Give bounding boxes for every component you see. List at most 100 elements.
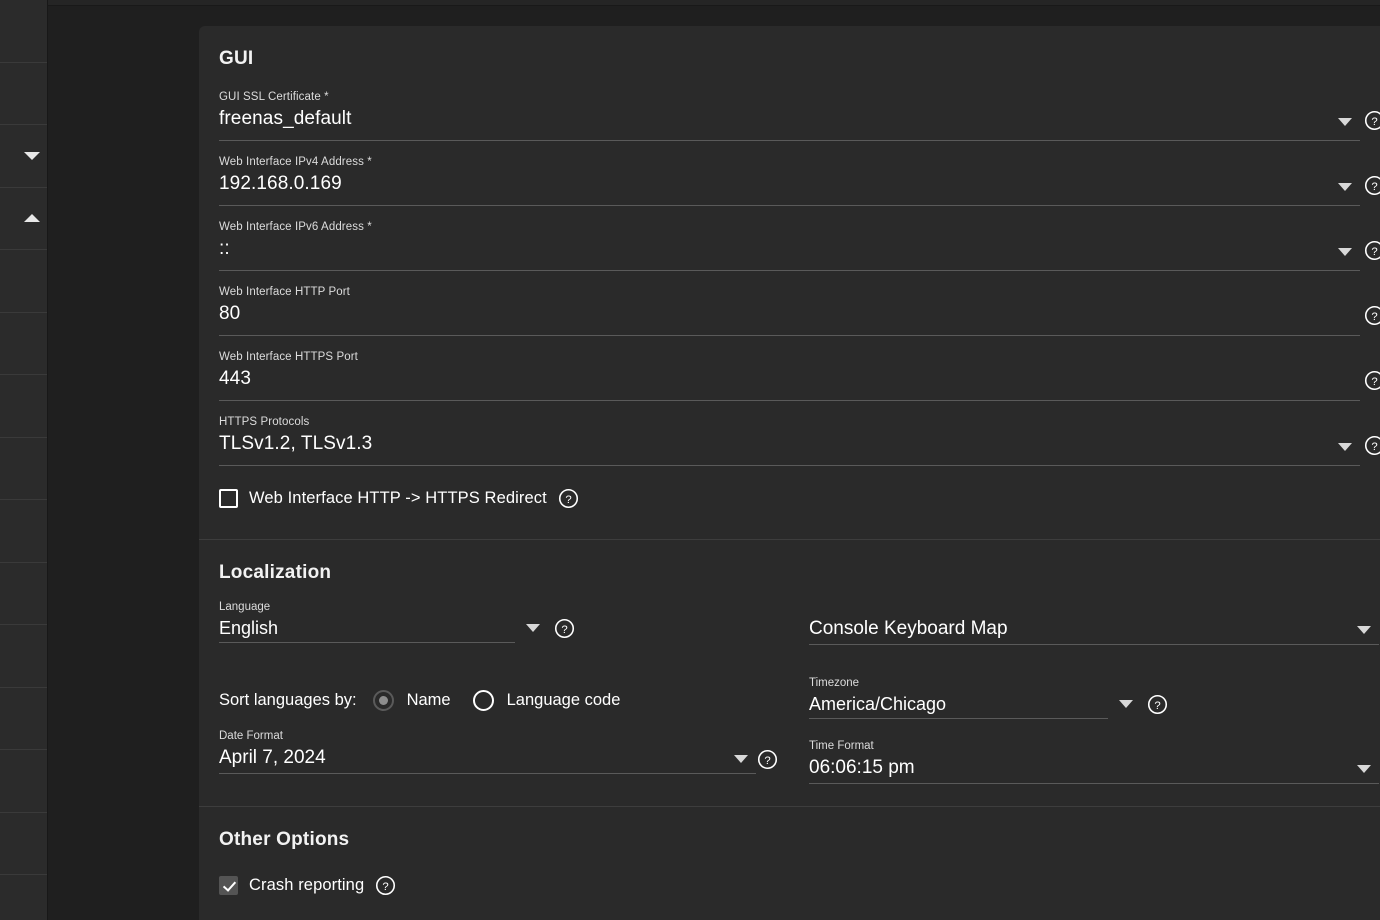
field-value[interactable]: :: — [219, 234, 1360, 264]
top-bar — [48, 0, 1380, 6]
field-value[interactable]: English — [219, 614, 515, 642]
sidebar-row[interactable] — [0, 500, 47, 563]
field-value[interactable]: America/Chicago — [809, 690, 1108, 718]
chevron-down-icon[interactable] — [1357, 626, 1371, 634]
field-label: GUI SSL Certificate * — [219, 91, 329, 103]
help-icon[interactable]: ? — [1364, 110, 1380, 131]
sidebar-row[interactable] — [0, 563, 47, 625]
field-value[interactable]: 06:06:15 pm — [809, 753, 1379, 783]
svg-text:?: ? — [1371, 181, 1377, 193]
localization-section-title: Localization — [219, 562, 332, 583]
field-label: Web Interface HTTPS Port — [219, 351, 358, 363]
localization-right-column: Console Keyboard Map ? Timezone Americ — [809, 600, 1379, 784]
help-icon[interactable]: ? — [1364, 370, 1380, 391]
checkbox-crash-reporting[interactable] — [219, 876, 238, 895]
field-underline — [809, 718, 1108, 719]
checkbox-label: Web Interface HTTP -> HTTPS Redirect — [249, 489, 547, 507]
field-underline — [809, 783, 1379, 784]
radio-label-name: Name — [406, 690, 451, 709]
app-root: GUI GUI SSL Certificate * freenas_defaul… — [0, 0, 1380, 920]
field-web-interface-ipv6-address[interactable]: Web Interface IPv6 Address * :: ? — [219, 206, 1380, 271]
chevron-down-icon[interactable] — [526, 624, 540, 632]
field-time-format[interactable]: Time Format 06:06:15 pm ? — [809, 739, 1379, 784]
chevron-down-icon[interactable] — [1338, 183, 1352, 191]
checkbox-http-https-redirect[interactable] — [219, 489, 238, 508]
svg-text:?: ? — [561, 624, 567, 636]
checkbox-row-crash-reporting[interactable]: Crash reporting ? — [219, 857, 1360, 900]
other-options-section: Other Options Crash reporting ? — [199, 807, 1380, 900]
field-label: Language — [219, 601, 271, 613]
field-web-interface-https-port[interactable]: Web Interface HTTPS Port 443 ? — [219, 336, 1380, 401]
field-timezone[interactable]: Timezone America/Chicago ? — [809, 676, 1168, 719]
svg-text:?: ? — [764, 755, 770, 767]
sidebar-row[interactable] — [0, 375, 47, 438]
sort-languages-radio-group: Sort languages by: Name Language code — [219, 685, 809, 715]
localization-section: Localization Language English ? Sort lan… — [199, 540, 1380, 806]
chevron-down-icon[interactable] — [1357, 765, 1371, 773]
help-icon[interactable]: ? — [558, 488, 579, 509]
sidebar-row[interactable] — [0, 625, 47, 688]
chevron-up-icon[interactable] — [24, 214, 40, 223]
help-icon[interactable]: ? — [554, 618, 575, 639]
chevron-down-icon[interactable] — [24, 151, 40, 160]
svg-text:?: ? — [383, 881, 389, 893]
radio-sort-by-language-code[interactable] — [472, 689, 494, 711]
field-value[interactable]: freenas_default — [219, 104, 1360, 134]
other-options-section-title: Other Options — [219, 829, 350, 850]
chevron-down-icon[interactable] — [1338, 248, 1352, 256]
field-label: Time Format — [809, 740, 874, 752]
checkbox-row-http-https-redirect[interactable]: Web Interface HTTP -> HTTPS Redirect ? — [219, 466, 1360, 539]
field-console-keyboard-map[interactable]: Console Keyboard Map ? — [809, 600, 1379, 645]
help-icon[interactable]: ? — [1364, 305, 1380, 326]
chevron-down-icon[interactable] — [1119, 700, 1133, 708]
radio-label-language-code: Language code — [506, 690, 621, 709]
field-label: Web Interface IPv6 Address * — [219, 221, 372, 233]
sidebar-row[interactable] — [0, 63, 47, 125]
sidebar-row[interactable] — [0, 750, 47, 813]
chevron-down-icon[interactable] — [1338, 118, 1352, 126]
field-language[interactable]: Language English ? — [219, 600, 575, 643]
sidebar-row[interactable] — [0, 188, 47, 250]
field-web-interface-ipv4-address[interactable]: Web Interface IPv4 Address * 192.168.0.1… — [219, 141, 1380, 206]
help-icon[interactable]: ? — [1364, 175, 1380, 196]
sidebar-row[interactable] — [0, 313, 47, 375]
field-gui-ssl-certificate[interactable]: GUI SSL Certificate * freenas_default ? — [219, 76, 1380, 141]
field-label: HTTPS Protocols — [219, 416, 310, 428]
help-icon[interactable]: ? — [1364, 240, 1380, 261]
field-value[interactable]: TLSv1.2, TLSv1.3 — [219, 429, 1360, 459]
field-https-protocols[interactable]: HTTPS Protocols TLSv1.2, TLSv1.3 ? — [219, 401, 1380, 466]
localization-left-column: Language English ? Sort languages by: Na… — [219, 600, 809, 784]
svg-text:?: ? — [565, 494, 571, 506]
help-icon[interactable]: ? — [757, 749, 778, 770]
help-icon[interactable]: ? — [1147, 694, 1168, 715]
field-value[interactable]: 80 — [219, 299, 1360, 329]
sidebar-row[interactable] — [0, 250, 47, 313]
svg-text:?: ? — [1371, 246, 1377, 258]
field-label: Web Interface IPv4 Address * — [219, 156, 372, 168]
sidebar-row[interactable] — [0, 0, 47, 63]
field-underline — [219, 773, 756, 774]
chevron-down-icon[interactable] — [734, 755, 748, 763]
help-icon[interactable]: ? — [1364, 435, 1380, 456]
field-value[interactable]: 192.168.0.169 — [219, 169, 1360, 199]
sidebar-row[interactable] — [0, 813, 47, 875]
checkbox-label: Crash reporting — [249, 876, 365, 894]
field-label — [809, 600, 1379, 614]
radio-sort-by-name[interactable] — [372, 689, 394, 711]
sidebar-row[interactable] — [0, 125, 47, 188]
sort-languages-prompt: Sort languages by: — [219, 690, 357, 709]
field-underline — [219, 642, 515, 643]
svg-text:?: ? — [1371, 376, 1377, 388]
field-web-interface-http-port[interactable]: Web Interface HTTP Port 80 ? — [219, 271, 1380, 336]
field-value[interactable]: April 7, 2024 — [219, 743, 756, 773]
field-date-format[interactable]: Date Format April 7, 2024 ? — [219, 729, 778, 774]
svg-text:?: ? — [1371, 116, 1377, 128]
help-icon[interactable]: ? — [375, 875, 396, 896]
field-value[interactable]: 443 — [219, 364, 1360, 394]
chevron-down-icon[interactable] — [1338, 443, 1352, 451]
general-settings-card: GUI GUI SSL Certificate * freenas_defaul… — [199, 26, 1380, 920]
field-value[interactable]: Console Keyboard Map — [809, 614, 1379, 644]
sidebar-row[interactable] — [0, 688, 47, 750]
sidebar-row[interactable] — [0, 875, 47, 920]
sidebar-row[interactable] — [0, 438, 47, 500]
